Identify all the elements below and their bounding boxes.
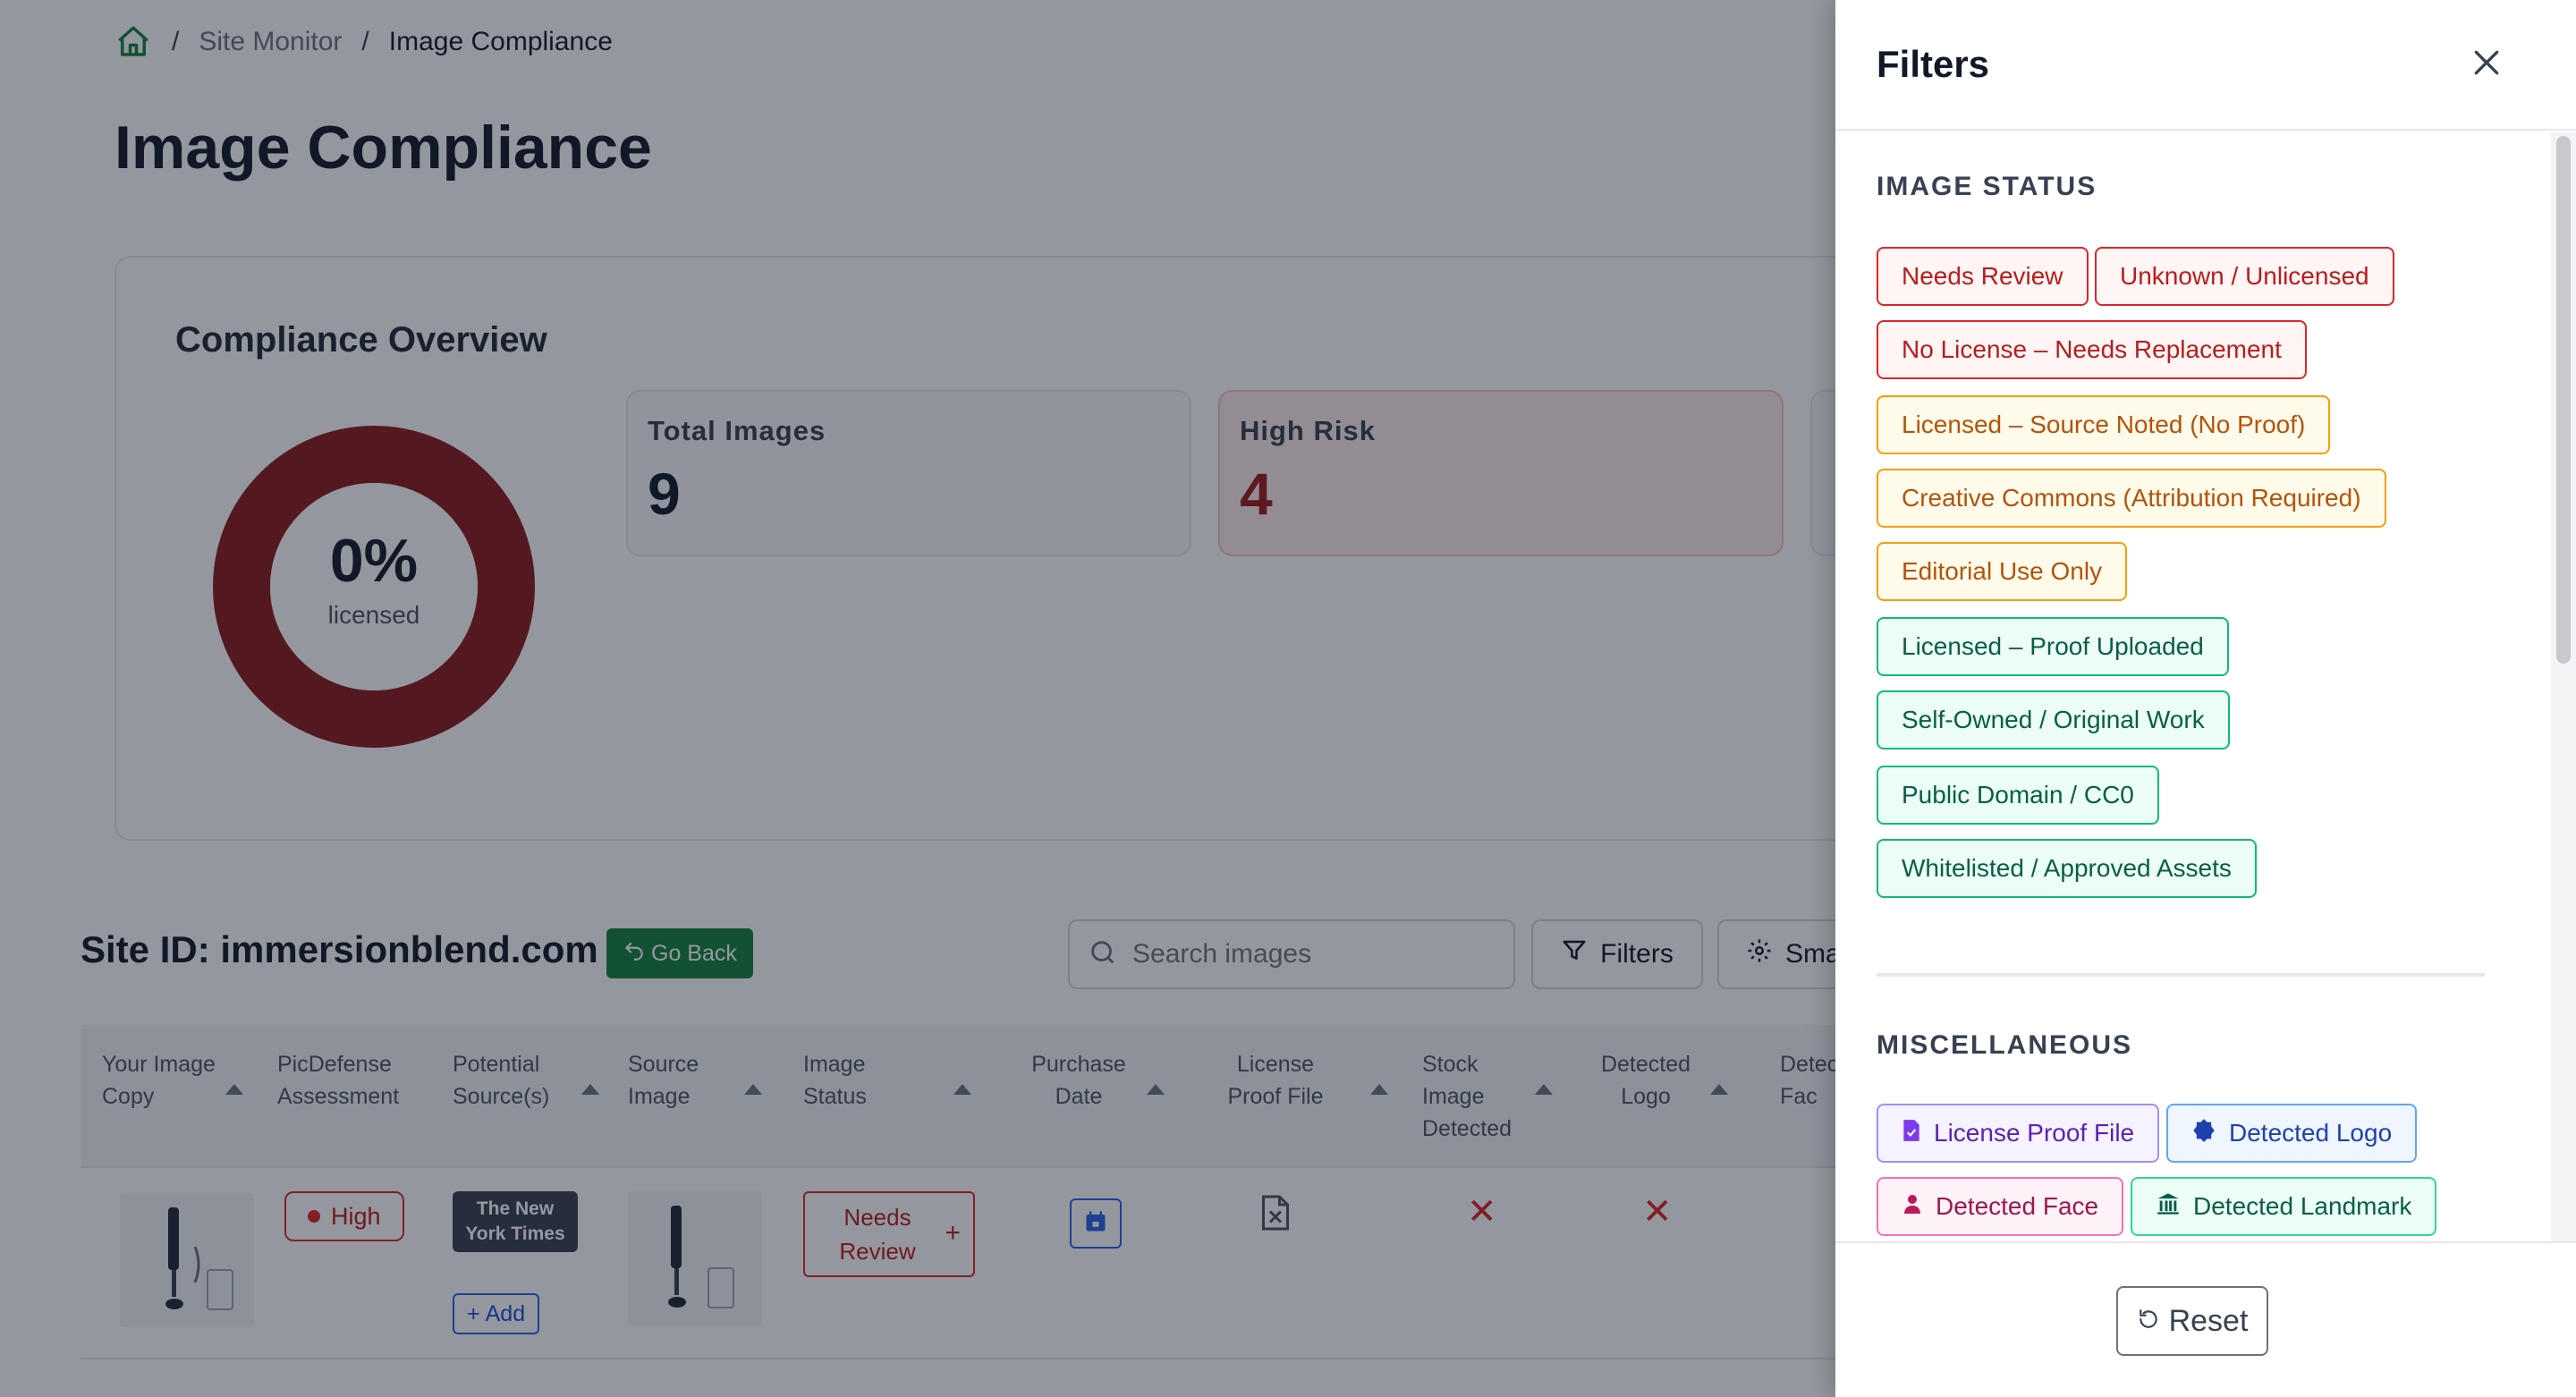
drawer-scrollbar-thumb[interactable]	[2556, 136, 2571, 664]
section-title-miscellaneous: MISCELLANEOUS	[1877, 1030, 2133, 1060]
filter-chip-detected-logo[interactable]: Detected Logo	[2166, 1104, 2418, 1163]
user-icon	[1902, 1192, 1923, 1222]
chip-label: Detected Logo	[2229, 1119, 2393, 1147]
drawer-header: Filters	[1835, 0, 2576, 131]
reset-icon	[2137, 1304, 2160, 1339]
landmark-icon	[2156, 1191, 2181, 1223]
filter-chip-licensed-no-proof[interactable]: Licensed – Source Noted (No Proof)	[1877, 395, 2331, 454]
filters-drawer: Filters IMAGE STATUS Needs Review Unknow…	[1835, 0, 2576, 1397]
section-title-image-status: IMAGE STATUS	[1877, 172, 2097, 201]
modal-backdrop[interactable]	[0, 0, 1835, 1397]
filter-chip-unknown-unlicensed[interactable]: Unknown / Unlicensed	[2095, 247, 2394, 306]
drawer-title: Filters	[1877, 43, 1990, 85]
reset-button[interactable]: Reset	[2116, 1286, 2268, 1356]
chip-label: Detected Landmark	[2193, 1192, 2412, 1220]
chip-label: License Proof File	[1934, 1119, 2135, 1147]
chip-label: Detected Face	[1936, 1192, 2099, 1220]
reset-label: Reset	[2168, 1303, 2249, 1338]
close-button[interactable]	[2462, 39, 2512, 89]
filter-chip-public-domain[interactable]: Public Domain / CC0	[1877, 766, 2159, 825]
filter-chip-detected-landmark[interactable]: Detected Landmark	[2131, 1177, 2437, 1236]
filter-chip-detected-face[interactable]: Detected Face	[1877, 1177, 2124, 1236]
filter-chip-editorial-use[interactable]: Editorial Use Only	[1877, 542, 2128, 601]
filter-chip-proof-uploaded[interactable]: Licensed – Proof Uploaded	[1877, 617, 2229, 676]
close-icon	[2469, 45, 2504, 85]
filter-chip-no-license[interactable]: No License – Needs Replacement	[1877, 320, 2307, 379]
drawer-footer: Reset	[1835, 1241, 2576, 1397]
badge-icon	[2191, 1118, 2216, 1149]
file-icon	[1902, 1119, 1921, 1148]
filter-chip-license-proof-file[interactable]: License Proof File	[1877, 1104, 2160, 1163]
filter-chip-creative-commons[interactable]: Creative Commons (Attribution Required)	[1877, 469, 2386, 528]
filter-chip-needs-review[interactable]: Needs Review	[1877, 247, 2089, 306]
filter-chip-self-owned[interactable]: Self-Owned / Original Work	[1877, 690, 2230, 749]
drawer-body: IMAGE STATUS Needs Review Unknown / Unli…	[1835, 132, 2551, 1241]
filter-chip-whitelisted[interactable]: Whitelisted / Approved Assets	[1877, 839, 2257, 898]
section-divider	[1877, 973, 2485, 977]
